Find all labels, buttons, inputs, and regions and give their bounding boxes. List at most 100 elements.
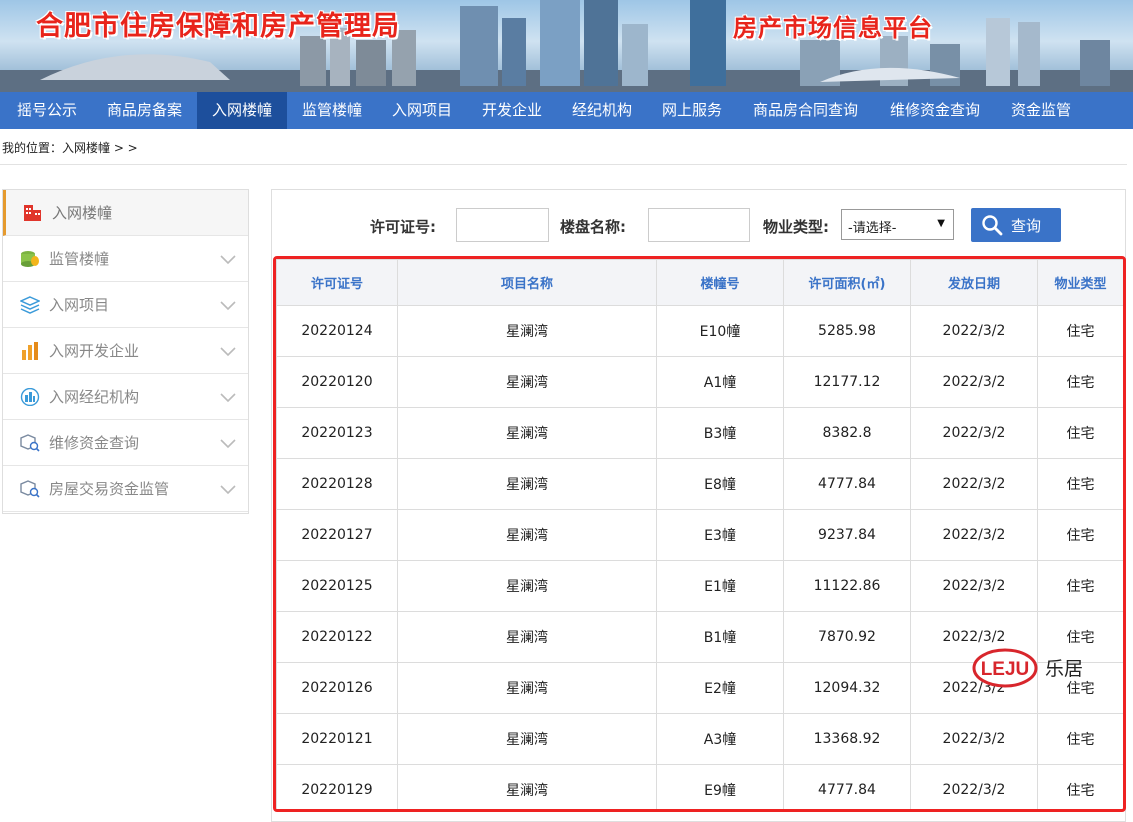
- coins-icon: [21, 251, 39, 267]
- svg-text:LEJU: LEJU: [981, 659, 1030, 680]
- cell-permit: 20220120: [276, 356, 398, 408]
- cell-project: 星澜湾: [397, 560, 657, 612]
- cell-type: 住宅: [1037, 560, 1123, 612]
- cell-permit: 20220125: [276, 560, 398, 612]
- sidebar-item-projects[interactable]: 入网项目: [3, 282, 248, 328]
- table-row[interactable]: 20220123 星澜湾 B3幢 8382.8 2022/3/2 住宅: [276, 407, 1123, 459]
- cell-date: 2022/3/2: [910, 764, 1038, 809]
- property-type-select[interactable]: -请选择- ▼: [841, 209, 954, 240]
- name-label: 楼盘名称:: [560, 218, 626, 236]
- results-table: 许可证号 项目名称 楼幢号 许可面积(㎡) 发放日期 物业类型 20220124…: [276, 259, 1123, 809]
- sidebar-item-maintenance-fund[interactable]: 维修资金查询: [3, 420, 248, 466]
- cell-area: 12094.32: [783, 662, 911, 714]
- search-button[interactable]: 查询: [971, 208, 1061, 242]
- cell-date: 2022/3/2: [910, 305, 1038, 357]
- sidebar-item-label: 维修资金查询: [49, 434, 140, 452]
- cell-building: E9幢: [656, 764, 784, 809]
- watermark-text: 乐居: [1045, 658, 1084, 680]
- nav-item-online-service[interactable]: 网上服务: [647, 92, 737, 129]
- permit-input[interactable]: [456, 208, 549, 242]
- cell-building: A1幢: [656, 356, 784, 408]
- table-header-row: 许可证号 项目名称 楼幢号 许可面积(㎡) 发放日期 物业类型: [276, 259, 1123, 306]
- chevron-down-icon: [220, 439, 236, 449]
- nav-item-projects[interactable]: 入网项目: [377, 92, 467, 129]
- cell-project: 星澜湾: [397, 305, 657, 357]
- table-row[interactable]: 20220124 星澜湾 E10幢 5285.98 2022/3/2 住宅: [276, 305, 1123, 357]
- cell-building: B3幢: [656, 407, 784, 459]
- sidebar: 入网楼幢 监管楼幢 入网项目 入网开发企业 入网经纪机构 维修资金查询 房屋交易…: [2, 189, 249, 514]
- nav-item-fund-supervision[interactable]: 资金监管: [996, 92, 1086, 129]
- table-row[interactable]: 20220129 星澜湾 E9幢 4777.84 2022/3/2 住宅: [276, 764, 1123, 809]
- cell-building: E10幢: [656, 305, 784, 357]
- cell-date: 2022/3/2: [910, 560, 1038, 612]
- sidebar-item-label: 入网经纪机构: [49, 388, 140, 406]
- cell-type: 住宅: [1037, 407, 1123, 459]
- table-row[interactable]: 20220127 星澜湾 E3幢 9237.84 2022/3/2 住宅: [276, 509, 1123, 561]
- cell-building: E1幢: [656, 560, 784, 612]
- chevron-down-icon: [220, 255, 236, 265]
- cell-permit: 20220121: [276, 713, 398, 765]
- chevron-down-icon: [220, 347, 236, 357]
- col-header-type: 物业类型: [1037, 259, 1123, 306]
- permit-label: 许可证号:: [370, 218, 436, 236]
- bar-chart-icon: [22, 342, 38, 360]
- dropdown-arrow-icon: ▼: [937, 218, 945, 229]
- table-row[interactable]: 20220125 星澜湾 E1幢 11122.86 2022/3/2 住宅: [276, 560, 1123, 612]
- table-row[interactable]: 20220120 星澜湾 A1幢 12177.12 2022/3/2 住宅: [276, 356, 1123, 408]
- sidebar-item-network-buildings[interactable]: 入网楼幢: [3, 190, 248, 236]
- sidebar-item-developers[interactable]: 入网开发企业: [3, 328, 248, 374]
- sidebar-item-supervised-buildings[interactable]: 监管楼幢: [3, 236, 248, 282]
- table-row[interactable]: 20220121 星澜湾 A3幢 13368.92 2022/3/2 住宅: [276, 713, 1123, 765]
- cell-area: 7870.92: [783, 611, 911, 663]
- cell-area: 9237.84: [783, 509, 911, 561]
- cell-permit: 20220126: [276, 662, 398, 714]
- cell-project: 星澜湾: [397, 713, 657, 765]
- chevron-down-icon: [220, 485, 236, 495]
- cell-type: 住宅: [1037, 509, 1123, 561]
- nav-item-agencies[interactable]: 经纪机构: [557, 92, 647, 129]
- cell-building: E8幢: [656, 458, 784, 510]
- sidebar-item-agencies[interactable]: 入网经纪机构: [3, 374, 248, 420]
- results-table-highlight: 许可证号 项目名称 楼幢号 许可面积(㎡) 发放日期 物业类型 20220124…: [273, 256, 1126, 812]
- cell-date: 2022/3/2: [910, 356, 1038, 408]
- cell-date: 2022/3/2: [910, 509, 1038, 561]
- cell-area: 4777.84: [783, 458, 911, 510]
- search-button-label: 查询: [1011, 217, 1042, 235]
- cell-permit: 20220129: [276, 764, 398, 809]
- chevron-down-icon: [220, 301, 236, 311]
- nav-item-filing[interactable]: 商品房备案: [92, 92, 197, 129]
- cell-date: 2022/3/2: [910, 407, 1038, 459]
- cell-type: 住宅: [1037, 356, 1123, 408]
- cell-area: 8382.8: [783, 407, 911, 459]
- cell-building: E3幢: [656, 509, 784, 561]
- cell-area: 13368.92: [783, 713, 911, 765]
- nav-item-lottery[interactable]: 摇号公示: [2, 92, 92, 129]
- nav-item-contract-query[interactable]: 商品房合同查询: [737, 92, 874, 129]
- cell-building: B1幢: [656, 611, 784, 663]
- divider: [0, 164, 1127, 165]
- cell-building: E2幢: [656, 662, 784, 714]
- project-name-input[interactable]: [648, 208, 750, 242]
- search-bar: 许可证号: 楼盘名称: 物业类型: -请选择- ▼ 查询: [272, 190, 1125, 256]
- nav-item-maintenance-fund[interactable]: 维修资金查询: [874, 92, 996, 129]
- nav-item-developers[interactable]: 开发企业: [467, 92, 557, 129]
- nav-item-network-buildings[interactable]: 入网楼幢: [197, 92, 287, 129]
- sidebar-item-label: 监管楼幢: [49, 250, 110, 268]
- cube-search-icon: [20, 434, 40, 452]
- site-title: 合肥市住房保障和房产管理局: [36, 11, 400, 42]
- cell-project: 星澜湾: [397, 407, 657, 459]
- cell-permit: 20220127: [276, 509, 398, 561]
- cell-area: 11122.86: [783, 560, 911, 612]
- cell-permit: 20220122: [276, 611, 398, 663]
- col-header-date: 发放日期: [910, 259, 1038, 306]
- main-nav: 摇号公示 商品房备案 入网楼幢 监管楼幢 入网项目 开发企业 经纪机构 网上服务…: [0, 92, 1133, 129]
- chevron-down-icon: [220, 393, 236, 403]
- col-header-project: 项目名称: [397, 259, 657, 306]
- nav-item-supervised-buildings[interactable]: 监管楼幢: [287, 92, 377, 129]
- table-body: 20220124 星澜湾 E10幢 5285.98 2022/3/2 住宅 20220120…: [276, 305, 1123, 809]
- table-row[interactable]: 20220128 星澜湾 E8幢 4777.84 2022/3/2 住宅: [276, 458, 1123, 510]
- sidebar-item-fund-supervision[interactable]: 房屋交易资金监管: [3, 466, 248, 512]
- cell-date: 2022/3/2: [910, 458, 1038, 510]
- cell-permit: 20220123: [276, 407, 398, 459]
- cell-area: 5285.98: [783, 305, 911, 357]
